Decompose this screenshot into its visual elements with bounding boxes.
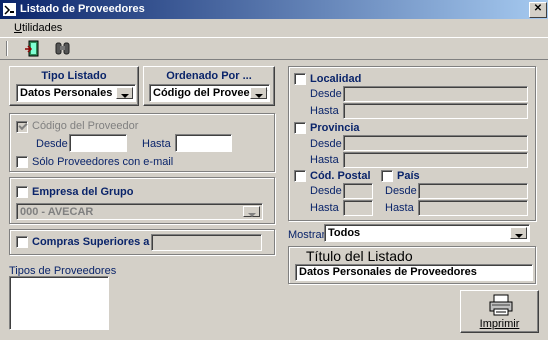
cod-postal-hasta-label: Hasta: [310, 202, 339, 214]
binoculars-icon: [55, 42, 70, 55]
tipo-listado-label: Tipo Listado: [41, 70, 107, 82]
pais-hasta-label: Hasta: [385, 202, 414, 214]
codigo-desde-input[interactable]: [69, 134, 127, 152]
tipos-proveedores-list[interactable]: [9, 276, 109, 330]
chevron-down-icon[interactable]: [510, 227, 527, 239]
ubicacion-group: Localidad Desde Hasta Provincia Desde Ha…: [288, 66, 536, 221]
empresa-label: Empresa del Grupo: [32, 186, 134, 198]
localidad-label: Localidad: [310, 73, 362, 85]
localidad-desde-label: Desde: [310, 88, 342, 100]
exit-button[interactable]: [22, 39, 44, 59]
codigo-hasta-input[interactable]: [175, 134, 232, 152]
empresa-group: Empresa del Grupo 000 - AVECAR: [9, 177, 275, 224]
tipo-listado-group: Tipo Listado Datos Personales: [9, 66, 139, 106]
pais-checkbox[interactable]: [381, 170, 393, 182]
cod-postal-desde-input[interactable]: [343, 183, 373, 199]
imprimir-button[interactable]: Imprimir: [460, 290, 539, 333]
compras-checkbox[interactable]: [16, 236, 28, 248]
mostrar-label: Mostrar: [288, 229, 326, 241]
ordenado-por-select[interactable]: Código del Proveedor: [149, 84, 270, 102]
titulo-listado-label: Título del Listado: [306, 248, 413, 264]
provincia-checkbox[interactable]: [294, 122, 306, 134]
pais-label: País: [397, 170, 420, 182]
codigo-proveedor-checkbox[interactable]: [16, 120, 28, 133]
email-label: Sólo Proveedores con e-mail: [32, 156, 174, 168]
compras-label: Compras Superiores a ...: [32, 236, 162, 248]
provincia-hasta-input[interactable]: [343, 152, 528, 168]
menu-bar: Utilidades: [0, 19, 548, 37]
codigo-desde-label: Desde: [36, 138, 68, 150]
localidad-desde-input[interactable]: [343, 86, 528, 102]
cod-postal-hasta-input[interactable]: [343, 200, 373, 216]
search-button[interactable]: [52, 39, 74, 59]
localidad-checkbox[interactable]: [294, 73, 306, 85]
cod-postal-desde-label: Desde: [310, 185, 342, 197]
toolbar-grip: [6, 41, 8, 56]
exit-door-icon: [25, 40, 39, 57]
codigo-proveedor-label: Código del Proveedor: [32, 120, 139, 132]
chevron-down-icon[interactable]: [250, 87, 267, 99]
title-bar: Listado de Proveedores ✕: [0, 0, 548, 19]
provincia-hasta-label: Hasta: [310, 154, 339, 166]
titulo-listado-group: Título del Listado Datos Personales de P…: [288, 246, 536, 284]
app-icon: [3, 3, 16, 16]
cod-postal-checkbox[interactable]: [294, 170, 306, 182]
compras-input[interactable]: [151, 234, 262, 251]
imprimir-label: Imprimir: [479, 318, 520, 330]
toolbar: [0, 37, 548, 60]
printer-icon: [489, 294, 513, 316]
localidad-hasta-input[interactable]: [343, 103, 528, 119]
provincia-desde-label: Desde: [310, 138, 342, 150]
provincia-label: Provincia: [310, 122, 360, 134]
localidad-hasta-label: Hasta: [310, 105, 339, 117]
provincia-desde-input[interactable]: [343, 135, 528, 151]
tipo-listado-select[interactable]: Datos Personales: [16, 84, 136, 102]
cod-postal-label: Cód. Postal: [310, 170, 371, 182]
mostrar-select[interactable]: Todos: [324, 224, 530, 242]
pais-desde-label: Desde: [385, 185, 417, 197]
email-checkbox[interactable]: [16, 156, 28, 168]
window-title: Listado de Proveedores: [20, 3, 145, 15]
chevron-down-icon[interactable]: [243, 206, 260, 217]
codigo-proveedor-group: Código del Proveedor Desde Hasta Sólo Pr…: [9, 113, 275, 172]
ordenado-por-label: Ordenado Por ...: [166, 70, 252, 82]
ordenado-por-group: Ordenado Por ... Código del Proveedor: [143, 66, 275, 106]
titulo-listado-input[interactable]: Datos Personales de Proveedores: [295, 264, 533, 281]
codigo-hasta-label: Hasta: [142, 138, 171, 150]
compras-group: Compras Superiores a ...: [9, 229, 275, 255]
chevron-down-icon[interactable]: [116, 87, 133, 99]
close-button[interactable]: ✕: [529, 2, 547, 18]
empresa-checkbox[interactable]: [16, 186, 28, 198]
menu-utilidades[interactable]: Utilidades: [14, 22, 62, 34]
pais-hasta-input[interactable]: [418, 200, 528, 216]
pais-desde-input[interactable]: [418, 183, 528, 199]
empresa-select[interactable]: 000 - AVECAR: [16, 203, 263, 220]
